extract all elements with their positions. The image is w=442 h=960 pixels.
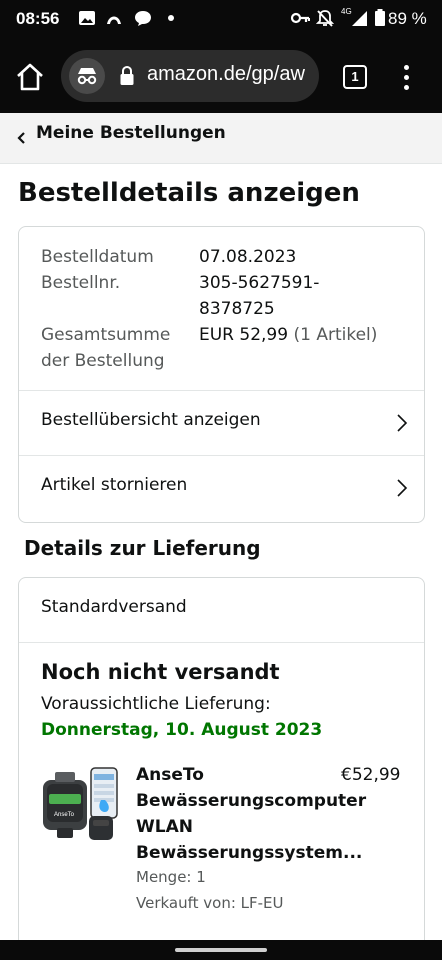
battery-percent: 89 % (388, 9, 427, 28)
incognito-icon[interactable] (69, 58, 105, 94)
order-total-amount: EUR 52,99 (199, 325, 289, 345)
status-bar: 08:56 4G 89 % (0, 0, 442, 37)
delivery-section-title: Details zur Lieferung (24, 536, 261, 560)
product-image[interactable]: AnseTo (41, 764, 123, 846)
order-total-value: EUR 52,99 (1 Artikel) (199, 322, 409, 348)
product-quantity: Menge: 1 (136, 868, 206, 886)
delivery-card: Standardversand Noch nicht versandt Vora… (18, 577, 425, 958)
app-notification-icon (107, 16, 121, 24)
status-time: 08:56 (16, 9, 60, 28)
gallery-icon (79, 11, 95, 25)
product-title[interactable]: AnseTo Bewässerungscomputer WLAN Bewässe… (136, 762, 366, 866)
chevron-right-icon (397, 479, 408, 497)
order-number-label: Bestellnr. (41, 273, 121, 293)
product-title-line-2: Bewässerungscomputer (136, 791, 367, 811)
cancel-items-label: Artikel stornieren (41, 475, 188, 495)
shipment-status: Noch nicht versandt (41, 660, 280, 684)
product-seller: Verkauft von: LF-EU (136, 894, 284, 912)
home-gesture-bar[interactable] (175, 948, 267, 952)
order-date-label: Bestelldatum (41, 247, 154, 267)
chevron-left-icon (17, 132, 25, 144)
notification-dot (168, 15, 174, 21)
home-icon[interactable] (14, 61, 46, 93)
order-total-label-1: Gesamtsumme (41, 325, 171, 345)
system-nav-bar (0, 940, 442, 960)
expected-delivery-label: Voraussichtliche Lieferung: (41, 694, 271, 714)
more-menu-icon[interactable] (396, 63, 416, 91)
tab-switcher-button[interactable]: 1 (343, 65, 367, 89)
order-date-value: 07.08.2023 (199, 247, 297, 267)
cancel-items-link[interactable]: Artikel stornieren (19, 455, 424, 520)
bell-off-icon (316, 10, 334, 27)
product-title-line-4: Bewässerungssystem... (136, 843, 363, 863)
signal-icon (352, 11, 367, 26)
order-total-label-2: der Bestellung (41, 351, 165, 371)
shipping-method: Standardversand (41, 597, 187, 617)
product-image-brand: AnseTo (54, 812, 75, 818)
product-title-line-1: AnseTo (136, 765, 204, 785)
battery-icon (375, 9, 385, 26)
lock-icon (120, 66, 134, 85)
order-info-card: Bestelldatum 07.08.2023 Bestellnr. 305-5… (18, 226, 425, 523)
address-bar[interactable]: amazon.de/gp/aw (61, 50, 319, 102)
expected-delivery-date: Donnerstag, 10. August 2023 (41, 720, 323, 740)
breadcrumb[interactable]: Meine Bestellungen (0, 113, 442, 164)
product-price: €52,99 (341, 765, 401, 785)
order-number-value-2: 8378725 (199, 299, 275, 319)
chevron-right-icon (397, 414, 408, 432)
vpn-key-icon (290, 12, 310, 24)
browser-toolbar: amazon.de/gp/aw 1 (0, 37, 442, 113)
view-order-summary-link[interactable]: Bestellübersicht anzeigen (19, 390, 424, 455)
order-number-value-1: 305-5627591- (199, 273, 320, 293)
page-title: Bestelldetails anzeigen (18, 178, 360, 208)
product-title-line-3: WLAN (136, 817, 193, 837)
divider (19, 642, 424, 643)
view-order-summary-label: Bestellübersicht anzeigen (41, 410, 261, 430)
order-total-items: (1 Artikel) (293, 325, 378, 345)
chat-icon (135, 11, 151, 26)
url-text[interactable]: amazon.de/gp/aw (147, 63, 305, 86)
breadcrumb-label[interactable]: Meine Bestellungen (36, 123, 226, 143)
